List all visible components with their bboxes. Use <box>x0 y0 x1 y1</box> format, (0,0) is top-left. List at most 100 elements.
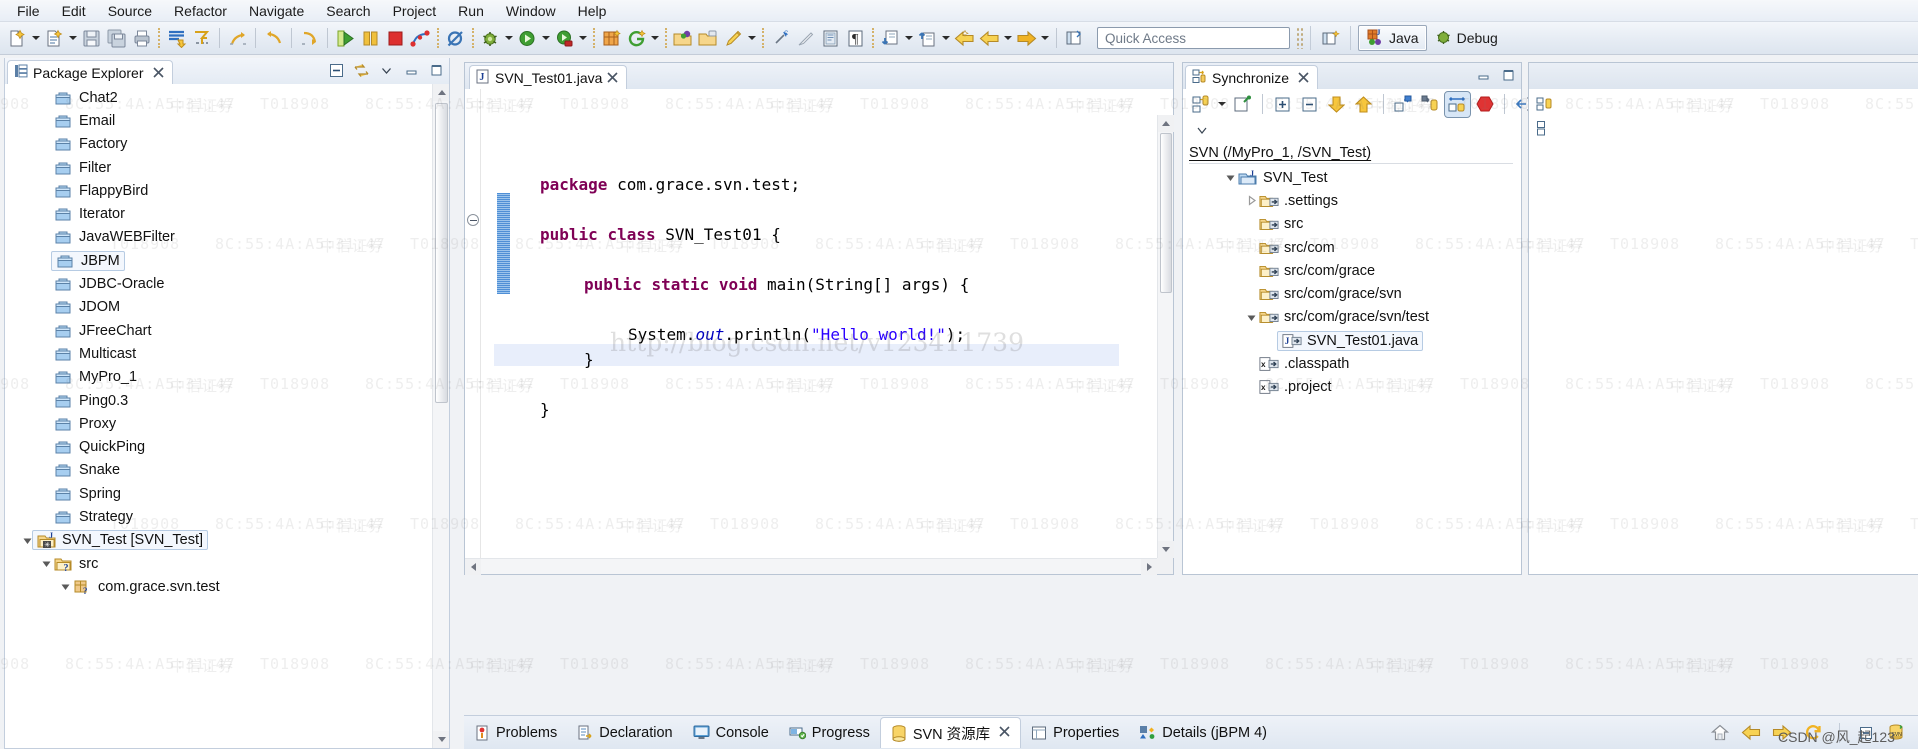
synchronize-action-icon[interactable] <box>1189 92 1214 117</box>
maximize-icon[interactable] <box>427 61 445 79</box>
link-with-editor-icon[interactable] <box>352 61 370 79</box>
menu-item-file[interactable]: File <box>6 1 51 21</box>
build-all-icon[interactable] <box>164 26 189 51</box>
tree-item[interactable]: Filter <box>5 156 449 179</box>
tree-item-content[interactable]: JDBC-Oracle <box>54 275 164 293</box>
tree-item[interactable]: Proxy <box>5 412 449 435</box>
tree-item-selected[interactable]: J SVN_Test01.java <box>1277 330 1424 351</box>
terminate-icon[interactable] <box>383 26 408 51</box>
tree-item-content[interactable]: Ping0.3 <box>54 392 128 410</box>
run-as-dropdown-icon[interactable] <box>540 26 552 51</box>
new-java-project-icon[interactable] <box>599 26 624 51</box>
tree-item[interactable]: Spring <box>5 482 449 505</box>
tree-item[interactable]: Ping0.3 <box>5 389 449 412</box>
tree-item-content[interactable]: Snake <box>54 461 120 479</box>
package-explorer-tree[interactable]: Chat2 Email Factory Filter FlappyBird Iterato… <box>5 84 449 748</box>
show-whitespace-icon[interactable]: ¶ <box>843 26 868 51</box>
menu-item-source[interactable]: Source <box>97 1 163 21</box>
perspective-debug-button[interactable]: Debug <box>1427 25 1505 51</box>
tree-item[interactable]: .settings <box>1183 189 1521 212</box>
minimize-icon[interactable] <box>402 61 420 79</box>
scroll-right-icon[interactable] <box>1141 559 1157 575</box>
tree-item-content[interactable]: src/com <box>1259 239 1335 257</box>
previous-edit-dropdown-icon[interactable] <box>940 26 952 51</box>
scrollbar-thumb[interactable] <box>1160 133 1172 293</box>
tree-item-content[interactable]: FlappyBird <box>54 182 148 200</box>
menu-item-run[interactable]: Run <box>447 1 495 21</box>
skip-breakpoints-icon[interactable] <box>443 26 468 51</box>
last-edit-location-icon[interactable] <box>297 26 322 51</box>
view-menu-icon[interactable] <box>1193 121 1211 139</box>
tree-item[interactable]: Multicast <box>5 342 449 365</box>
tree-item[interactable]: src/com/grace/svn <box>1183 282 1521 305</box>
tree-item[interactable]: x .classpath <box>1183 352 1521 375</box>
run-as-icon[interactable] <box>515 26 540 51</box>
tree-item[interactable]: JDBC-Oracle <box>5 272 449 295</box>
outgoing-mode-icon[interactable] <box>1418 92 1443 117</box>
scroll-left-icon[interactable] <box>465 559 481 575</box>
menu-item-project[interactable]: Project <box>382 1 448 21</box>
tree-item[interactable]: JavaWEBFilter <box>5 226 449 249</box>
next-annotation-icon[interactable] <box>225 26 250 51</box>
bottom-tab-progress[interactable]: Progress <box>779 717 880 749</box>
bottom-tab-problems[interactable]: Problems <box>464 717 567 749</box>
tree-item[interactable]: src/com/grace/svn/test <box>1183 306 1521 329</box>
collapse-all-icon[interactable] <box>327 61 345 79</box>
scroll-down-icon[interactable] <box>1158 541 1174 558</box>
tree-item[interactable]: src/com/grace <box>1183 259 1521 282</box>
tree-item-content[interactable]: src <box>1259 215 1303 233</box>
quick-access-input[interactable]: Quick Access <box>1097 27 1290 49</box>
menu-item-search[interactable]: Search <box>315 1 381 21</box>
expand-arrow-icon[interactable] <box>1222 170 1238 186</box>
open-perspective-icon[interactable] <box>1062 26 1087 51</box>
scrollbar-thumb[interactable] <box>435 103 448 403</box>
next-edit-icon[interactable] <box>878 26 903 51</box>
tree-item-content[interactable]: Chat2 <box>54 89 118 107</box>
tree-item-selected[interactable]: JBPM <box>51 250 125 271</box>
coverage-dropdown-icon[interactable] <box>577 26 589 51</box>
tree-item[interactable]: J SVN_Test01.java <box>1183 329 1521 352</box>
collapse-all-icon[interactable] <box>1297 92 1322 117</box>
tree-item-content[interactable]: MyPro_1 <box>54 368 137 386</box>
tree-item[interactable]: ? com.grace.svn.test <box>5 575 449 598</box>
debug-icon[interactable] <box>478 26 503 51</box>
show-source-quick-view-icon[interactable] <box>818 26 843 51</box>
tree-item-content[interactable]: Email <box>54 112 115 130</box>
forward-dropdown-icon[interactable] <box>1039 26 1051 51</box>
bottom-tab-svn[interactable]: SVN 资源库 <box>879 717 1022 748</box>
new-wizard-icon[interactable] <box>5 26 30 51</box>
package-explorer-scrollbar[interactable] <box>432 84 449 748</box>
suspend-icon[interactable] <box>358 26 383 51</box>
close-icon[interactable] <box>607 70 618 86</box>
save-all-icon[interactable] <box>104 26 129 51</box>
tree-item[interactable]: Factory <box>5 133 449 156</box>
tree-item[interactable]: MyPro_1 <box>5 366 449 389</box>
menu-item-edit[interactable]: Edit <box>51 1 97 21</box>
view-menu-icon[interactable] <box>377 61 395 79</box>
bottom-tab-console[interactable]: Console <box>683 717 779 749</box>
tab-package-explorer[interactable]: Package Explorer <box>7 60 173 84</box>
commit-arrow-up-icon[interactable] <box>1351 92 1376 117</box>
tree-item[interactable]: src <box>1183 213 1521 236</box>
expand-all-icon[interactable] <box>1535 119 1553 137</box>
tab-synchronize[interactable]: Synchronize <box>1185 65 1319 89</box>
close-icon[interactable] <box>999 725 1010 741</box>
tree-item-content[interactable]: src/com/grace/svn <box>1259 285 1402 303</box>
editor-horizontal-scrollbar[interactable] <box>465 558 1157 575</box>
tree-item-content[interactable]: src/com/grace/svn/test <box>1259 308 1429 326</box>
tree-item-content[interactable]: src/com/grace <box>1259 262 1375 280</box>
new-java-class-dropdown-icon[interactable] <box>67 26 79 51</box>
pin-synchronization-icon[interactable] <box>1230 92 1255 117</box>
tree-item-content[interactable]: ? src <box>54 555 98 573</box>
tree-item[interactable]: x .project <box>1183 376 1521 399</box>
back-dropdown-icon[interactable] <box>1002 26 1014 51</box>
run-icon[interactable] <box>333 26 358 51</box>
tree-item[interactable]: Strategy <box>5 505 449 528</box>
tree-item[interactable]: Chat2 <box>5 86 449 109</box>
coverage-icon[interactable] <box>552 26 577 51</box>
pencil-dropdown-icon[interactable] <box>746 26 758 51</box>
save-icon[interactable] <box>79 26 104 51</box>
previous-annotation-icon[interactable] <box>261 26 286 51</box>
new-gwt-dropdown-icon[interactable] <box>649 26 661 51</box>
toolbar-grip[interactable] <box>1296 27 1303 49</box>
